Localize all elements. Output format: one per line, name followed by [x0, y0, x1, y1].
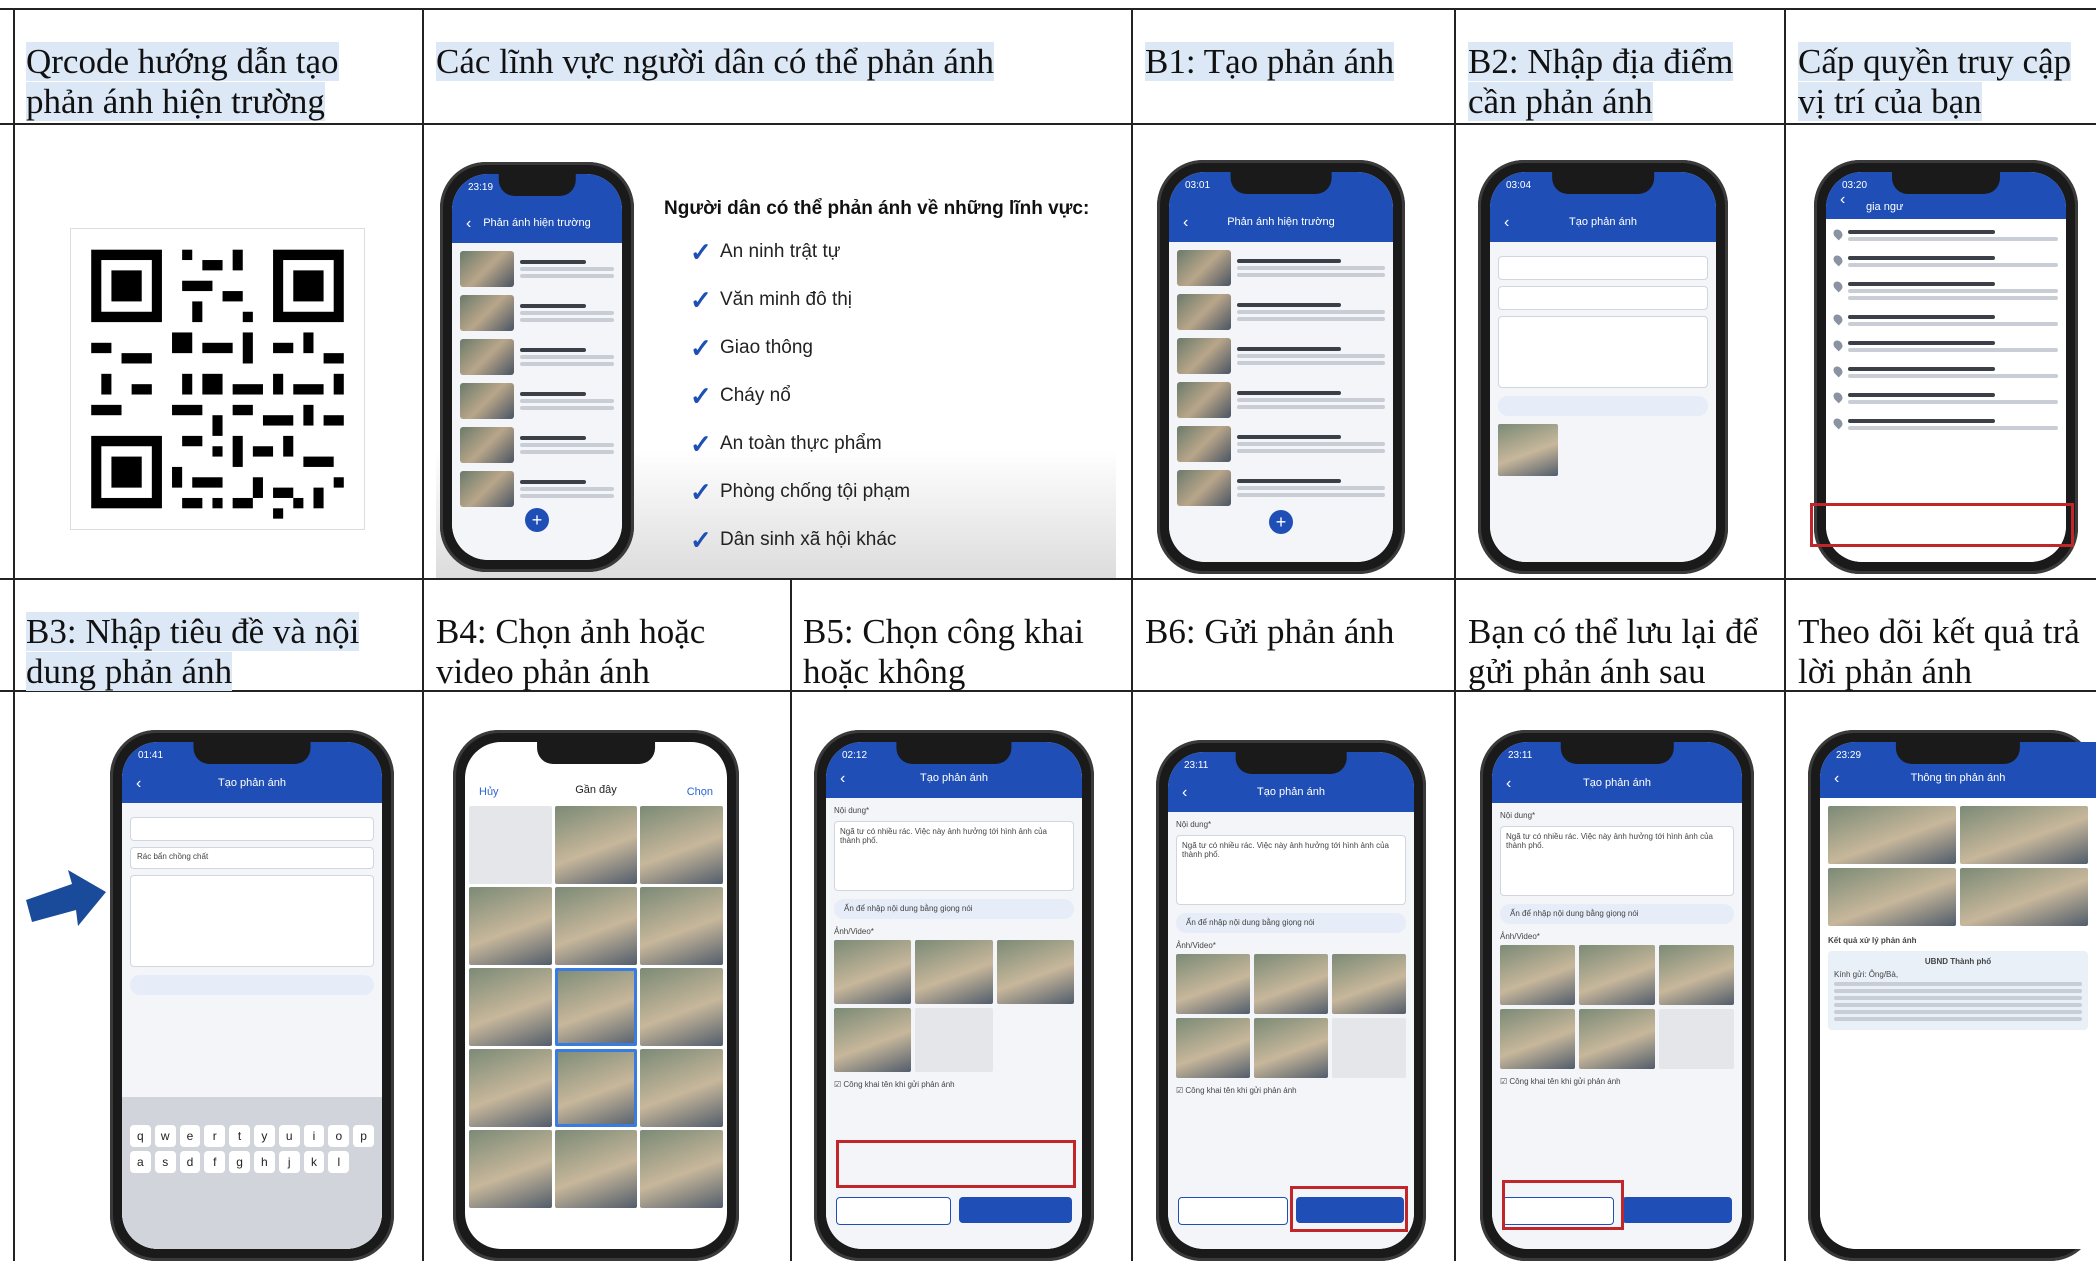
table-col-5: [1784, 8, 1786, 1261]
header-step6: B6: Gửi phản ánh: [1145, 612, 1395, 651]
check-icon: ✓: [690, 380, 712, 411]
header-step4: B4: Chọn ảnh hoặc video phản ánh: [436, 612, 706, 691]
pointer-arrow-icon: [26, 870, 106, 931]
header-location: Cấp quyền truy cập vị trí của bạn: [1798, 42, 2072, 121]
check-icon: ✓: [690, 332, 712, 363]
table-col-3: [1131, 8, 1133, 1261]
save-highlight: [1502, 1180, 1624, 1230]
list-item: ✓ Dân sinh xã hội khác: [690, 524, 897, 555]
public-highlight: [836, 1140, 1076, 1188]
save-button[interactable]: [836, 1197, 951, 1225]
table-border-top: [0, 8, 2096, 10]
list-item: ✓ An toàn thực phẩm: [690, 428, 882, 459]
header-step2: B2: Nhập địa điểm cần phản ánh: [1468, 42, 1734, 121]
check-icon: ✓: [690, 236, 712, 267]
send-button[interactable]: [959, 1197, 1072, 1223]
table-border-row1: [0, 123, 2096, 125]
list-item: ✓ Phòng chống tội phạm: [690, 476, 911, 507]
list-item: ✓ Văn minh đô thị: [690, 284, 853, 315]
phone-step1: 03:01 ‹ Phản ánh hiện trường +: [1157, 160, 1405, 574]
check-icon: ✓: [690, 428, 712, 459]
header-step5: B5: Chọn công khai hoặc không: [803, 612, 1084, 691]
phone-step6: 23:11 ‹ Tạo phản ánh Nội dung* Ngã tư có n…: [1156, 740, 1426, 1261]
content-input[interactable]: [130, 874, 374, 967]
save-button[interactable]: [1178, 1197, 1288, 1225]
check-icon: ✓: [690, 284, 712, 315]
send-button[interactable]: [1622, 1197, 1732, 1223]
table-border-left: [13, 8, 15, 1261]
qr-code-image: [70, 228, 365, 530]
header-track: Theo dõi kết quả trả lời phản ánh: [1798, 612, 2080, 691]
header-save: Bạn có thể lưu lại để gửi phản ánh sau: [1468, 612, 1759, 691]
phone-list-screen: 23:19 ‹ Phản ánh hiện trường +: [440, 162, 634, 572]
add-icon[interactable]: +: [1269, 510, 1293, 534]
table-border-mid: [0, 578, 2096, 580]
fields-list: ✓ An ninh trật tự ✓ Văn minh đô thị ✓ Giao …: [690, 228, 910, 564]
header-fields: Các lĩnh vực người dân có thể phản ánh: [436, 42, 994, 81]
phone-result: 23:29 ‹ Thông tin phản ánh Kết quả xử lý p…: [1808, 730, 2096, 1261]
table-col-1: [422, 8, 424, 1261]
title-input[interactable]: Rác bẩn chồng chất: [130, 846, 374, 869]
header-step3: B3: Nhập tiêu đề và nội dung phản ánh: [26, 612, 360, 691]
fields-title: Người dân có thể phản ánh về những lĩnh …: [664, 198, 1090, 219]
check-icon: ✓: [690, 476, 712, 507]
header-qrcode: Qrcode hướng dẫn tạo phản ánh hiện trườn…: [26, 42, 339, 121]
phone-step2: 03:04 ‹ Tạo phản ánh: [1478, 160, 1728, 574]
list-item: ✓ Giao thông: [690, 332, 813, 363]
keyboard[interactable]: qwertyuiop asdfghjkl: [122, 1096, 382, 1249]
list-item: ✓ Cháy nổ: [690, 380, 791, 411]
phone-step4: Hủy Gần đây Chọn: [453, 730, 739, 1261]
list-item: ✓ An ninh trật tự: [690, 236, 841, 267]
table-col-4: [1454, 8, 1456, 1261]
voice-input-button[interactable]: [130, 974, 374, 995]
header-step1: B1: Tạo phản ánh: [1145, 42, 1395, 81]
location-highlight: [1810, 503, 2074, 547]
table-col-2a: [790, 578, 792, 1261]
gallery-choose[interactable]: Chọn: [687, 786, 713, 798]
check-icon: ✓: [690, 524, 712, 555]
add-icon[interactable]: +: [525, 508, 549, 532]
send-highlight: [1290, 1186, 1408, 1232]
phone-step3: 01:41 ‹ Tạo phản ánh Rác bẩn chồng chất qw…: [110, 730, 394, 1261]
public-checkbox[interactable]: ☑ Công khai tên khi gửi phản ánh: [834, 1080, 1074, 1089]
